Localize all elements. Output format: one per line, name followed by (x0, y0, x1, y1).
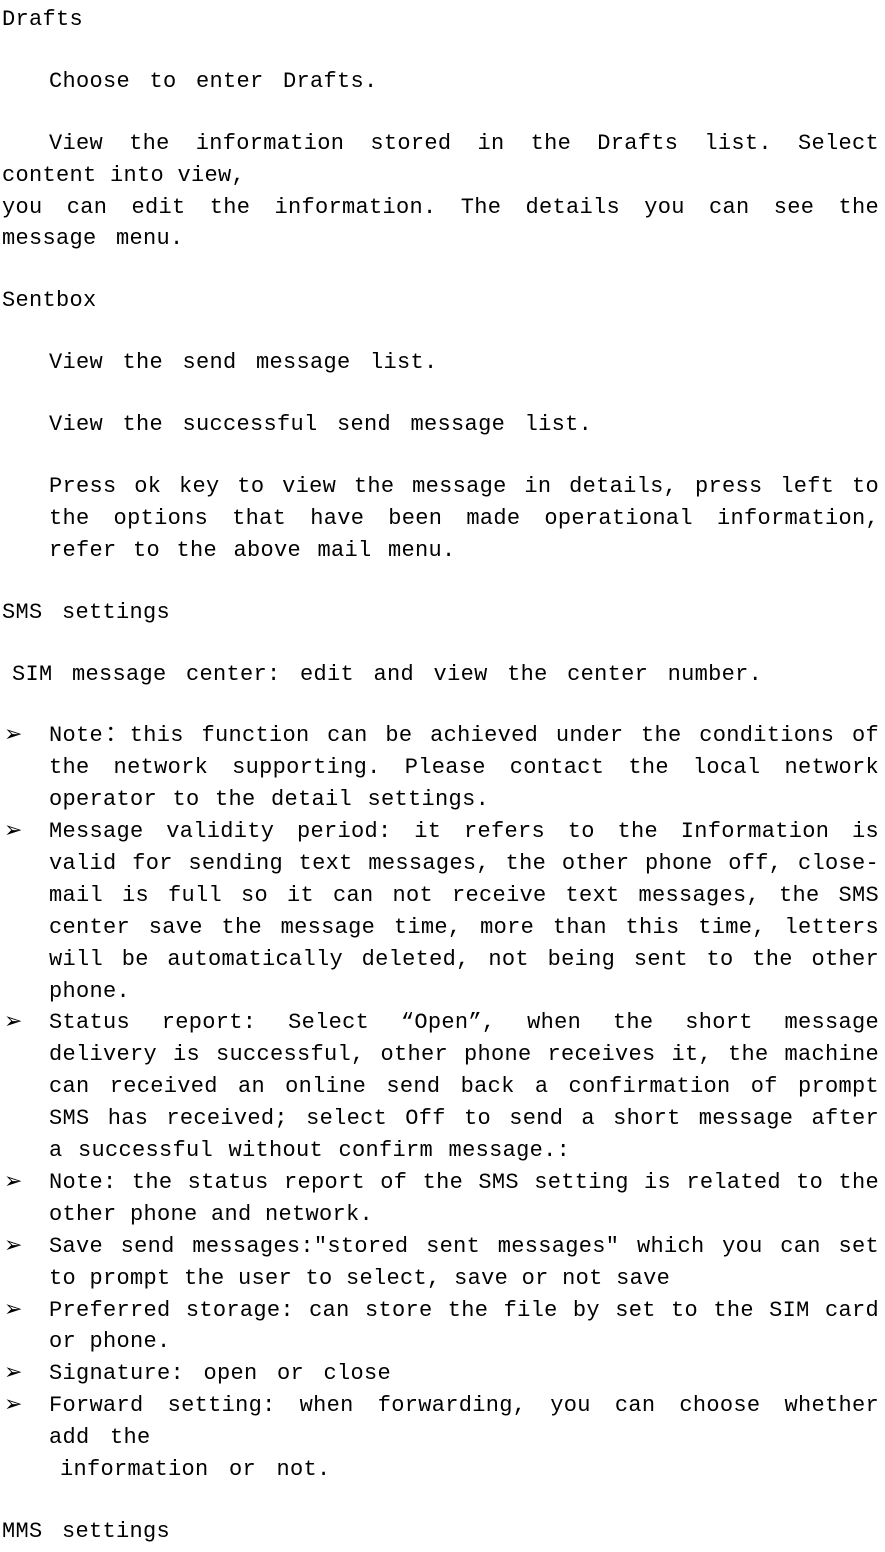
list-item: ➢ Message validity period: it refers to … (2, 816, 879, 1007)
bullet-text: Message validity period: it refers to th… (49, 819, 879, 1003)
list-item: ➢ Note: the status report of the SMS set… (2, 1167, 879, 1231)
bullet-text: Signature: open or close (49, 1361, 391, 1386)
chevron-right-icon: ➢ (4, 1007, 23, 1039)
list-item: ➢ Status report: Select “Open”, when the… (2, 1007, 879, 1166)
drafts-paragraph-1: Choose to enter Drafts. (2, 66, 879, 98)
list-item: ➢ Forward setting: when forwarding, you … (2, 1390, 879, 1486)
sms-settings-heading: SMS settings (2, 597, 879, 629)
bullet-text-cont: information or not. (49, 1454, 879, 1486)
chevron-right-icon: ➢ (4, 1295, 23, 1327)
sentbox-paragraph-3: Press ok key to view the message in deta… (2, 471, 879, 567)
list-item: ➢ Signature: open or close (2, 1358, 879, 1390)
list-item: ➢ Note：this function can be achieved und… (2, 720, 879, 816)
drafts-paragraph-2: View the information stored in the Draft… (2, 128, 879, 256)
chevron-right-icon: ➢ (4, 816, 23, 848)
bullet-text: Forward setting: when forwarding, you ca… (49, 1393, 879, 1450)
list-item: ➢ Preferred storage: can store the file … (2, 1295, 879, 1359)
drafts-heading: Drafts (2, 4, 879, 36)
bullet-text: Preferred storage: can store the file by… (49, 1298, 879, 1355)
drafts-p2-rest: you can edit the information. The detail… (2, 195, 879, 252)
chevron-right-icon: ➢ (4, 1231, 23, 1263)
sentbox-paragraph-2: View the successful send message list. (2, 409, 879, 441)
bullet-text: Note：this function can be achieved under… (49, 723, 879, 812)
bullet-text: Save send messages:"stored sent messages… (49, 1234, 879, 1291)
bullet-text: Status report: Select “Open”, when the s… (49, 1010, 879, 1163)
sentbox-heading: Sentbox (2, 285, 879, 317)
drafts-p2-line1: View the information stored in the Draft… (2, 131, 879, 188)
chevron-right-icon: ➢ (4, 1167, 23, 1199)
mms-settings-heading: MMS settings (2, 1516, 879, 1548)
list-item: ➢ Save send messages:"stored sent messag… (2, 1231, 879, 1295)
chevron-right-icon: ➢ (4, 720, 23, 752)
sms-bullet-list: ➢ Note：this function can be achieved und… (2, 720, 879, 1485)
chevron-right-icon: ➢ (4, 1390, 23, 1422)
sentbox-paragraph-1: View the send message list. (2, 347, 879, 379)
sms-intro: SIM message center: edit and view the ce… (2, 659, 879, 691)
bullet-text: Note: the status report of the SMS setti… (49, 1170, 879, 1227)
chevron-right-icon: ➢ (4, 1358, 23, 1390)
